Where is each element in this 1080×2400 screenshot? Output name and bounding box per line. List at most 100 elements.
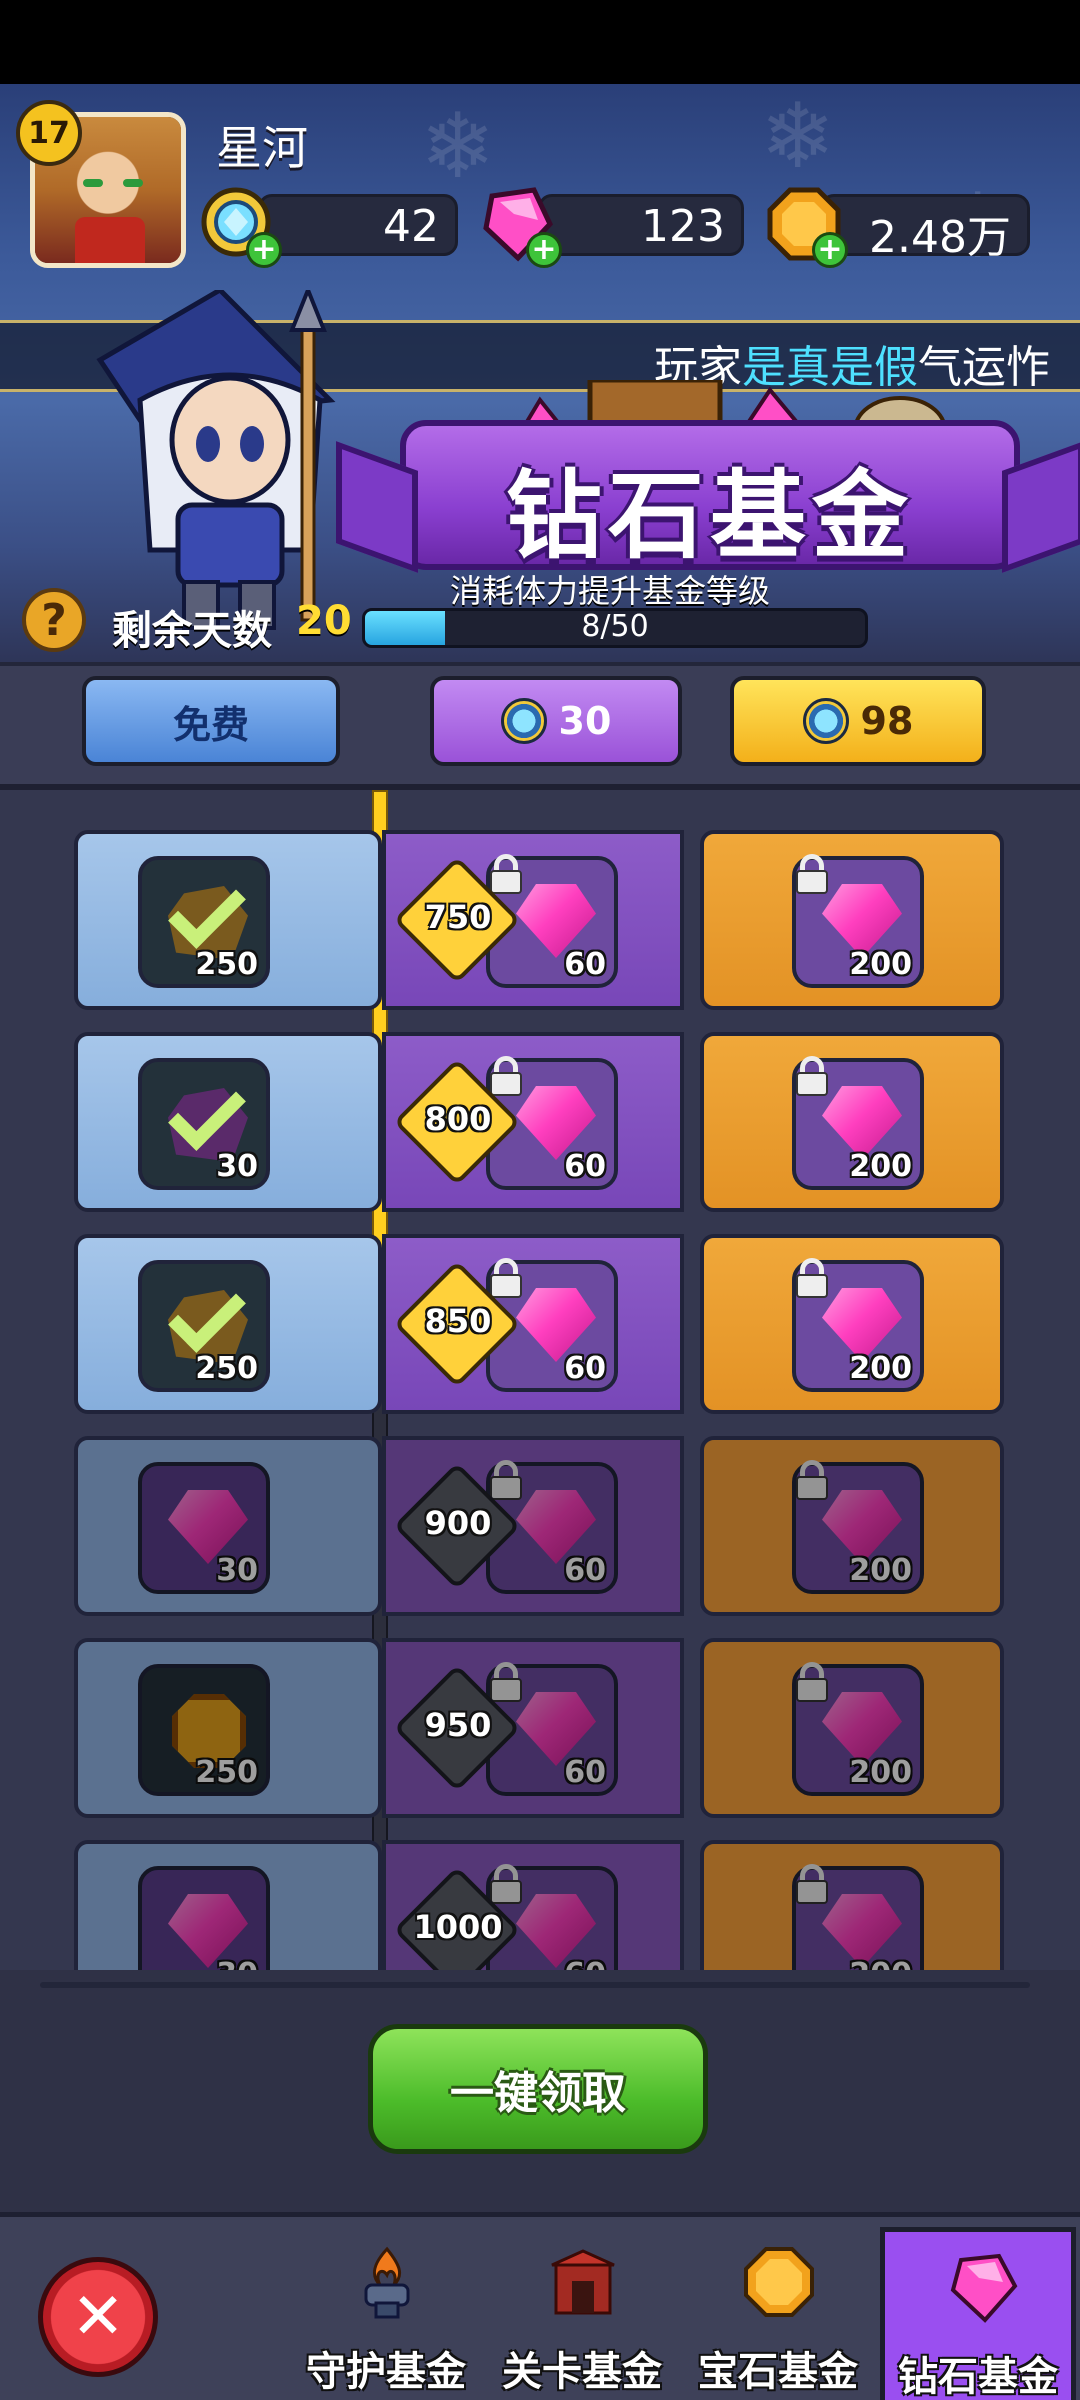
lock-icon (488, 1460, 524, 1500)
fund-title: 钻石基金 (506, 460, 914, 572)
high-tier-reward-cell[interactable]: 200 (700, 1436, 1004, 1616)
milestone-label: 1000 (413, 1908, 503, 1946)
milestone-label: 800 (424, 1100, 492, 1138)
high-tier-reward-cell[interactable]: 200 (700, 830, 1004, 1010)
nav-tab-stage-fund[interactable]: 关卡基金 (484, 2227, 680, 2400)
reward-slot[interactable]: 30 (138, 1866, 270, 1970)
lock-icon (794, 1460, 830, 1500)
free-reward-cell[interactable]: 250 (74, 830, 382, 1010)
free-reward-cell[interactable]: 250 (74, 1638, 382, 1818)
tier-header: 免费 30 98 (0, 662, 1080, 790)
reward-quantity: 200 (849, 1149, 912, 1184)
resource-value: 2.48万 (869, 212, 1011, 263)
gem-icon[interactable]: + (478, 184, 562, 268)
reward-slot[interactable]: 200 (792, 1460, 924, 1594)
high-tier-reward-cell[interactable]: 200 (700, 1032, 1004, 1212)
resource-value: 123 (641, 201, 725, 252)
tier-label: 免费 (172, 702, 249, 747)
milestone-label: 850 (424, 1302, 492, 1340)
add-gold-icon[interactable]: + (812, 232, 848, 268)
reward-quantity: 30 (216, 1149, 258, 1184)
nav-label: 关卡基金 (502, 2349, 662, 2395)
high-tier-reward-cell[interactable]: 200 (700, 1638, 1004, 1818)
reward-slot[interactable]: 200 (792, 1056, 924, 1190)
reward-quantity: 250 (195, 1351, 258, 1386)
free-reward-cell[interactable]: 30 (74, 1840, 382, 1970)
tier-free-tab[interactable]: 免费 (82, 676, 340, 766)
remaining-days-value: 20 (296, 598, 352, 644)
claim-all-button[interactable]: 一键领取 (368, 2024, 708, 2154)
reward-quantity: 60 (564, 1755, 606, 1790)
resource-bar-gem: 123 (538, 194, 744, 256)
nav-tab-diamond-fund[interactable]: 钻石基金 (880, 2227, 1076, 2400)
fund-progress-bar: 8/50 (362, 608, 868, 648)
reward-slot[interactable]: 30 (138, 1058, 270, 1190)
reward-quantity: 30 (216, 1957, 258, 1970)
reward-quantity: 60 (564, 1957, 606, 1970)
nav-label: 守护基金 (306, 2349, 466, 2395)
reward-quantity: 200 (849, 1755, 912, 1790)
reward-quantity: 30 (216, 1553, 258, 1588)
remaining-days-label: 剩余天数 (112, 608, 272, 654)
reward-slot[interactable]: 250 (138, 1664, 270, 1796)
lock-icon (794, 1864, 830, 1904)
resource-bar-coin: 42 (258, 194, 458, 256)
add-gem-icon[interactable]: + (526, 232, 562, 268)
reward-quantity: 60 (564, 1553, 606, 1588)
nav-tab-guard-fund[interactable]: 守护基金 (288, 2227, 484, 2400)
lock-icon (794, 854, 830, 894)
reward-slot[interactable]: 30 (138, 1462, 270, 1594)
level-badge: 17 (16, 100, 82, 166)
resource-value: 42 (383, 201, 439, 252)
reward-slot[interactable]: 200 (792, 1662, 924, 1796)
coin-icon[interactable]: + (198, 184, 282, 268)
reward-quantity: 200 (849, 947, 912, 982)
gold-gem-icon (744, 2247, 814, 2317)
reward-quantity: 200 (849, 1553, 912, 1588)
reward-list[interactable]: 250 60 200 750 30 60 200 800 250 60 200 850 30 60 200 9… (0, 790, 1080, 1970)
nav-label: 钻石基金 (898, 2354, 1058, 2400)
reward-slot[interactable]: 250 (138, 856, 270, 988)
pink-diamond-icon (950, 2253, 1018, 2323)
help-button[interactable]: ? (22, 588, 86, 652)
tier-98-buy-button[interactable]: 98 (730, 676, 986, 766)
progress-text: 8/50 (581, 609, 649, 644)
free-reward-cell[interactable]: 250 (74, 1234, 382, 1414)
high-tier-reward-cell[interactable]: 200 (700, 1234, 1004, 1414)
reward-row: 30 60 200 900 (74, 1436, 1004, 1616)
fund-description: 消耗体力提升基金等级 (450, 572, 771, 610)
lock-icon (488, 854, 524, 894)
reward-row: 250 60 200 750 (74, 830, 1004, 1010)
add-coin-icon[interactable]: + (246, 232, 282, 268)
gate-icon (551, 2249, 615, 2315)
resource-bar-gold: 2.48万 (820, 194, 1030, 263)
milestone-label: 750 (424, 898, 492, 936)
lock-icon (794, 1258, 830, 1298)
reward-slot[interactable]: 200 (792, 1864, 924, 1970)
bottom-nav: ✕ 守护基金 关卡基金 宝石基金 钻石基金 (0, 2212, 1080, 2400)
free-reward-cell[interactable]: 30 (74, 1436, 382, 1616)
reward-slot[interactable]: 200 (792, 854, 924, 988)
reward-slot[interactable]: 250 (138, 1260, 270, 1392)
wizard-character (96, 290, 336, 630)
coin-icon (802, 698, 849, 744)
milestone-label: 900 (424, 1504, 492, 1542)
free-reward-cell[interactable]: 30 (74, 1032, 382, 1212)
high-tier-reward-cell[interactable]: 200 (700, 1840, 1004, 1970)
snowflake-icon: ❄ (760, 84, 836, 189)
close-button[interactable]: ✕ (38, 2257, 158, 2377)
lock-icon (794, 1056, 830, 1096)
tier-30-buy-button[interactable]: 30 (430, 676, 682, 766)
lock-icon (488, 1258, 524, 1298)
divider (40, 1982, 1030, 1988)
reward-quantity: 200 (849, 1351, 912, 1386)
reward-slot[interactable]: 200 (792, 1258, 924, 1392)
coin-icon (500, 698, 547, 744)
tier-price: 30 (558, 699, 612, 743)
reward-row: 250 60 200 850 (74, 1234, 1004, 1414)
gold-icon[interactable]: + (764, 184, 848, 268)
nav-tab-gem-fund[interactable]: 宝石基金 (680, 2227, 876, 2400)
tier-price: 98 (860, 699, 914, 743)
reward-quantity: 60 (564, 1351, 606, 1386)
reward-quantity: 200 (849, 1957, 912, 1970)
